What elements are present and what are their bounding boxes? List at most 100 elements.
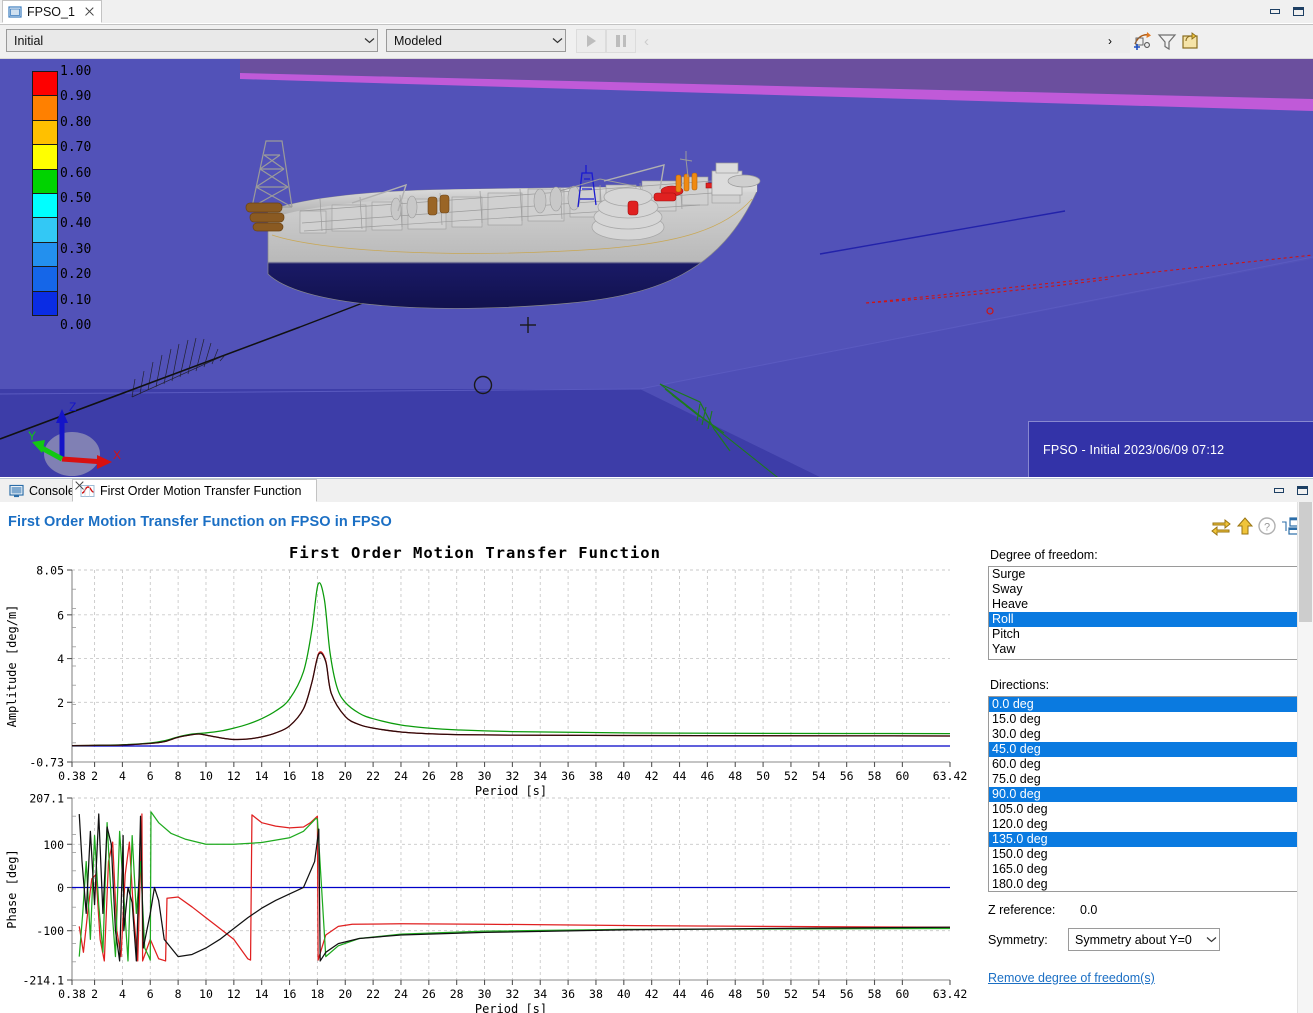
up-arrow-icon[interactable] xyxy=(1234,516,1256,536)
next-frame-icon: › xyxy=(1108,34,1112,48)
x-tick-label: 6 xyxy=(147,769,154,783)
direction-item[interactable]: 60.0 deg xyxy=(989,757,1297,772)
panel-vertical-scrollbar[interactable] xyxy=(1297,502,1313,1013)
x-tick-label: 22 xyxy=(366,769,380,783)
chevron-down-icon xyxy=(361,30,377,51)
chart-phase: 207.11000-100-214.10.3824681012141618202… xyxy=(5,792,967,1013)
export-image-icon[interactable] xyxy=(1179,30,1203,52)
x-tick-label: 24 xyxy=(394,987,408,1001)
y-tick-label: 2 xyxy=(57,696,64,710)
x-tick-label: 56 xyxy=(840,987,854,1001)
legend-tick: 0.10 xyxy=(60,294,91,307)
direction-item[interactable]: 45.0 deg xyxy=(989,742,1297,757)
dof-item[interactable]: Roll xyxy=(989,612,1297,627)
direction-item[interactable]: 90.0 deg xyxy=(989,787,1297,802)
x-tick-label: 58 xyxy=(868,769,882,783)
chart-curve-icon xyxy=(80,484,95,498)
minimize-icon[interactable] xyxy=(1269,6,1282,17)
direction-item[interactable]: 105.0 deg xyxy=(989,802,1297,817)
chart-title: First Order Motion Transfer Function xyxy=(289,544,661,562)
direction-item[interactable]: 15.0 deg xyxy=(989,712,1297,727)
viewport-watermark: FPSO - Initial 2023/06/09 07:12 xyxy=(1028,421,1313,477)
x-tick-label: 8 xyxy=(175,987,182,1001)
directions-listbox[interactable]: 0.0 deg15.0 deg30.0 deg45.0 deg60.0 deg7… xyxy=(988,696,1298,892)
dof-item[interactable]: Surge xyxy=(989,567,1297,582)
x-tick-label: 44 xyxy=(673,987,687,1001)
direction-item[interactable]: 180.0 deg xyxy=(989,877,1297,892)
x-tick-label: 52 xyxy=(784,769,798,783)
chart-container[interactable]: First Order Motion Transfer Function8.05… xyxy=(0,540,980,1013)
tab-first-order-motion-transfer-function[interactable]: First Order Motion Transfer Function xyxy=(72,479,317,502)
dof-item[interactable]: Pitch xyxy=(989,627,1297,642)
maximize-icon[interactable] xyxy=(1292,6,1305,17)
legend-tick: 0.70 xyxy=(60,141,91,154)
y-tick-label: -100 xyxy=(36,924,64,938)
x-tick-label: 42 xyxy=(645,769,659,783)
top-tab-strip: FPSO_1 xyxy=(0,0,1313,25)
document-window-icon xyxy=(8,5,22,19)
x-tick-label: 48 xyxy=(728,987,742,1001)
scrollbar-thumb[interactable] xyxy=(1299,502,1312,622)
y-tick-label: -214.1 xyxy=(22,974,64,988)
filter-icon[interactable] xyxy=(1155,30,1179,52)
remove-dof-link[interactable]: Remove degree of freedom(s) xyxy=(988,971,1155,985)
application-window: FPSO_1 Initial Modeled ‹ xyxy=(0,0,1313,1013)
legend-tick: 0.40 xyxy=(60,217,91,230)
minimize-icon[interactable] xyxy=(1273,485,1286,496)
view-mode-select[interactable]: Modeled xyxy=(386,29,566,52)
x-tick-label: 12 xyxy=(227,987,241,1001)
x-tick-label: 60 xyxy=(895,987,909,1001)
legend-swatch xyxy=(32,193,58,218)
legend-swatch xyxy=(32,266,58,291)
direction-item[interactable]: 150.0 deg xyxy=(989,847,1297,862)
x-tick-label: 12 xyxy=(227,769,241,783)
x-tick-label: 10 xyxy=(199,987,213,1001)
result-panel: First Order Motion Transfer Function on … xyxy=(0,502,1313,1013)
direction-item[interactable]: 135.0 deg xyxy=(989,832,1297,847)
legend-tick: 0.30 xyxy=(60,243,91,256)
tab-console[interactable]: Console xyxy=(2,479,82,502)
x-tick-label: 18 xyxy=(310,987,324,1001)
symmetry-select[interactable]: Symmetry about Y=0 xyxy=(1068,928,1220,951)
dof-listbox[interactable]: SurgeSwayHeaveRollPitchYaw xyxy=(988,566,1298,660)
legend-swatch xyxy=(32,291,58,316)
state-select-value: Initial xyxy=(14,34,361,48)
y-tick-label: 6 xyxy=(57,608,64,622)
y-tick-label: 207.1 xyxy=(29,792,64,806)
next-frame-button[interactable]: › xyxy=(1090,29,1130,53)
chevron-down-icon xyxy=(1203,929,1219,950)
x-tick-label: 2 xyxy=(91,769,98,783)
direction-item[interactable]: 165.0 deg xyxy=(989,862,1297,877)
x-tick-label: 46 xyxy=(700,769,714,783)
axis-label-z: Z xyxy=(69,400,76,414)
axis-label-x: X xyxy=(113,448,121,462)
direction-item[interactable]: 0.0 deg xyxy=(989,697,1297,712)
play-button[interactable] xyxy=(576,29,606,53)
previous-frame-icon[interactable]: ‹ xyxy=(644,34,649,49)
3d-scene: Z X Y N xyxy=(0,59,1313,477)
direction-item[interactable]: 30.0 deg xyxy=(989,727,1297,742)
x-tick-label: 26 xyxy=(422,987,436,1001)
dof-item[interactable]: Yaw xyxy=(989,642,1297,657)
legend-swatch xyxy=(32,144,58,169)
direction-item[interactable]: 120.0 deg xyxy=(989,817,1297,832)
direction-item[interactable]: 75.0 deg xyxy=(989,772,1297,787)
legend-tick: 0.90 xyxy=(60,90,91,103)
synchronize-icon[interactable] xyxy=(1210,516,1232,536)
bottom-tab-strip: Console First Order Motion Transfer Func… xyxy=(0,478,1313,504)
close-icon[interactable] xyxy=(83,6,95,18)
tab-fpso1[interactable]: FPSO_1 xyxy=(2,0,102,23)
animation-slider[interactable]: ‹ xyxy=(636,29,1126,53)
y-tick-label: 4 xyxy=(57,652,64,666)
dof-item[interactable]: Heave xyxy=(989,597,1297,612)
state-select[interactable]: Initial xyxy=(6,29,378,52)
y-axis-label: Amplitude [deg/m] xyxy=(5,605,19,728)
3d-viewport[interactable]: Z X Y N 1.000.900.800.700.600.500.400.30… xyxy=(0,59,1313,477)
x-tick-label: 54 xyxy=(812,987,826,1001)
pause-button[interactable] xyxy=(606,29,636,53)
maximize-icon[interactable] xyxy=(1296,485,1309,496)
dof-item[interactable]: Sway xyxy=(989,582,1297,597)
x-tick-label: 40 xyxy=(617,987,631,1001)
animation-settings-icon[interactable] xyxy=(1131,30,1155,52)
help-icon[interactable]: ? xyxy=(1256,516,1278,536)
